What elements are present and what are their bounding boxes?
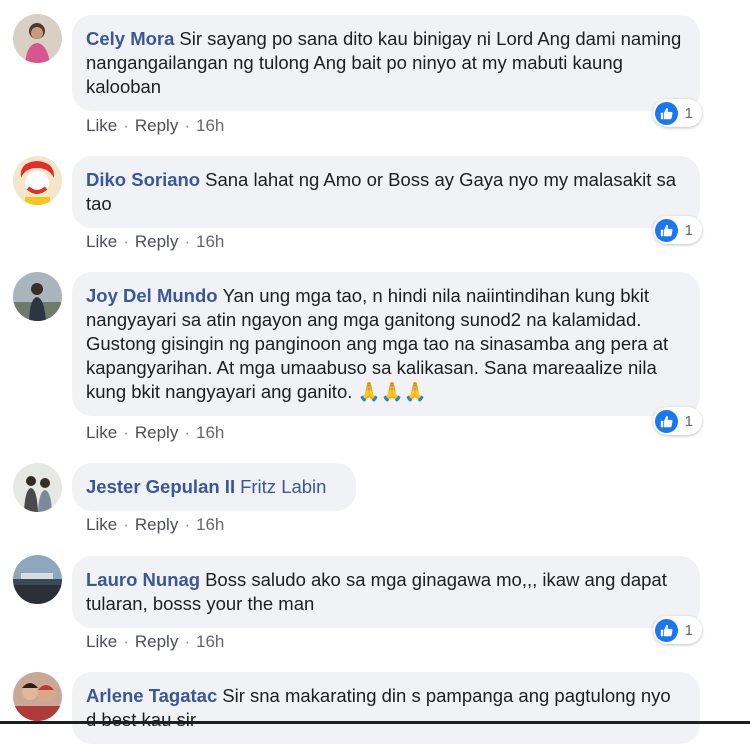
comment-bubble: Jester Gepulan II Fritz Labin [72, 463, 356, 511]
comment-author[interactable]: Arlene Tagatac [86, 685, 217, 706]
reaction-number: 1 [684, 621, 693, 639]
comment-actions: Like · Reply · 16h [86, 116, 224, 136]
reaction-count[interactable]: 1 [652, 99, 702, 127]
comment-bubble: Diko Soriano Sana lahat ng Amo or Boss ay… [72, 156, 700, 228]
timestamp[interactable]: 16h [196, 423, 224, 442]
comment-bubble: Cely Mora Sir sayang po sana dito kau bin… [72, 15, 700, 111]
comment-text[interactable]: Fritz Labin [240, 476, 326, 497]
reaction-number: 1 [684, 412, 693, 430]
reaction-count[interactable]: 1 [652, 407, 702, 435]
thumbs-up-icon [654, 218, 678, 242]
like-link[interactable]: Like [86, 515, 117, 534]
reply-link[interactable]: Reply [135, 232, 178, 251]
like-link[interactable]: Like [86, 423, 117, 442]
avatar[interactable] [13, 272, 62, 321]
comment-bubble: Arlene Tagatac Sir sna makarating din s p… [72, 672, 700, 744]
comment-actions: Like · Reply · 16h [86, 423, 224, 443]
separator-dot: · [123, 515, 129, 534]
avatar[interactable] [13, 672, 62, 721]
comment-actions: Like · Reply · 16h [86, 632, 224, 652]
separator-dot: · [184, 423, 190, 442]
timestamp[interactable]: 16h [196, 632, 224, 651]
reply-link[interactable]: Reply [135, 423, 178, 442]
like-link[interactable]: Like [86, 116, 117, 135]
thumbs-up-icon [654, 101, 678, 125]
reaction-number: 1 [684, 221, 693, 239]
separator-dot: · [123, 632, 129, 651]
separator-dot: · [123, 423, 129, 442]
comment-author[interactable]: Lauro Nunag [86, 569, 200, 590]
avatar[interactable] [13, 463, 62, 512]
separator-dot: · [184, 515, 190, 534]
reply-link[interactable]: Reply [135, 116, 178, 135]
comment-author[interactable]: Jester Gepulan II [86, 476, 235, 497]
thumbs-up-icon [654, 618, 678, 642]
avatar[interactable] [13, 555, 62, 604]
separator-dot: · [184, 632, 190, 651]
timestamp[interactable]: 16h [196, 515, 224, 534]
comment-bubble: Joy Del Mundo Yan ung mga tao, n hindi ni… [72, 272, 700, 416]
like-link[interactable]: Like [86, 232, 117, 251]
emoji-text: 🙏🙏🙏 [357, 381, 427, 402]
reaction-count[interactable]: 1 [652, 216, 702, 244]
separator-dot: · [123, 116, 129, 135]
avatar[interactable] [13, 156, 62, 205]
reaction-number: 1 [684, 104, 693, 122]
reply-link[interactable]: Reply [135, 632, 178, 651]
thumbs-up-icon [654, 409, 678, 433]
reaction-count[interactable]: 1 [652, 616, 702, 644]
reply-link[interactable]: Reply [135, 515, 178, 534]
comment-bubble: Lauro Nunag Boss saludo ako sa mga ginaga… [72, 556, 700, 628]
separator-dot: · [123, 232, 129, 251]
comment-author[interactable]: Cely Mora [86, 28, 174, 49]
timestamp[interactable]: 16h [196, 116, 224, 135]
comment-actions: Like · Reply · 16h [86, 515, 224, 535]
comment-text: Sir sayang po sana dito kau binigay ni L… [86, 28, 682, 97]
comment-author[interactable]: Joy Del Mundo [86, 285, 218, 306]
timestamp[interactable]: 16h [196, 232, 224, 251]
like-link[interactable]: Like [86, 632, 117, 651]
separator-dot: · [184, 232, 190, 251]
comment-author[interactable]: Diko Soriano [86, 169, 200, 190]
comment-actions: Like · Reply · 16h [86, 232, 224, 252]
avatar[interactable] [13, 14, 62, 63]
separator-dot: · [184, 116, 190, 135]
